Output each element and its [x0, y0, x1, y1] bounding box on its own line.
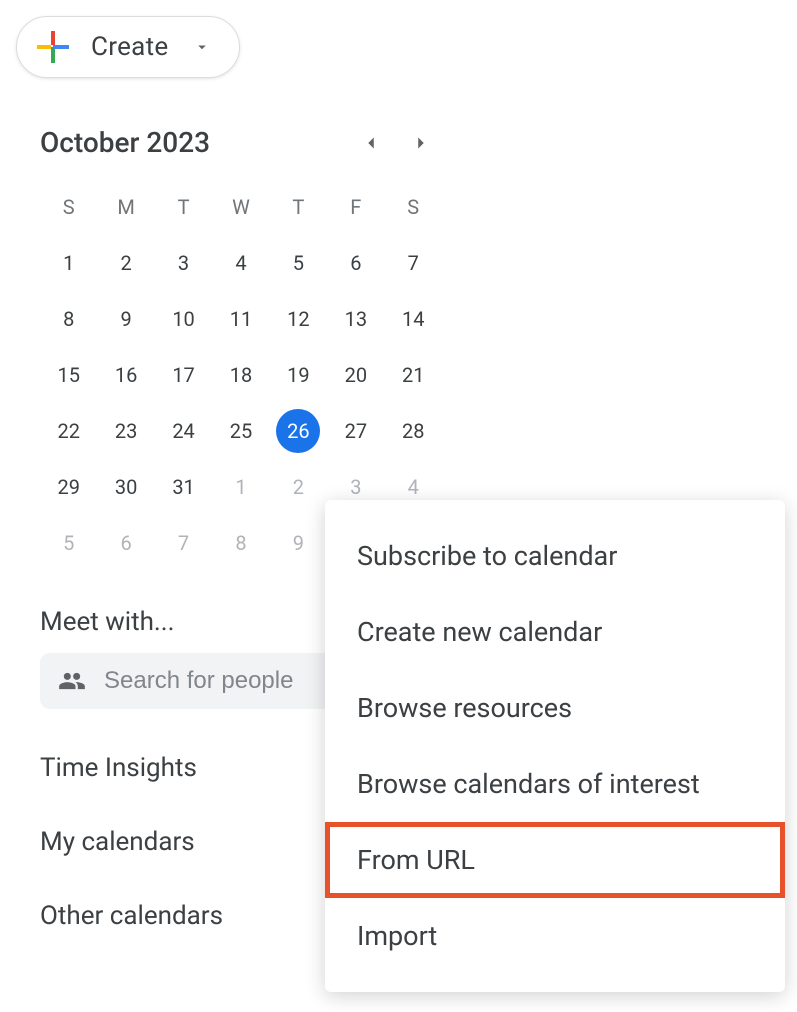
calendar-day[interactable]: 2: [99, 239, 152, 287]
calendar-day[interactable]: 7: [157, 519, 210, 567]
calendar-day[interactable]: 30: [99, 463, 152, 511]
calendar-day[interactable]: 6: [99, 519, 152, 567]
weekday-header: S: [387, 183, 440, 231]
calendar-day[interactable]: 7: [387, 239, 440, 287]
chevron-down-icon: [193, 38, 211, 56]
calendar-day[interactable]: 23: [99, 407, 152, 455]
weekday-header: S: [42, 183, 95, 231]
calendar-day[interactable]: 19: [272, 351, 325, 399]
menu-item-browse-resources[interactable]: Browse resources: [325, 670, 785, 746]
calendar-day[interactable]: 13: [329, 295, 382, 343]
calendar-day[interactable]: 8: [214, 519, 267, 567]
calendar-day[interactable]: 21: [387, 351, 440, 399]
calendar-day[interactable]: 14: [387, 295, 440, 343]
calendar-day[interactable]: 20: [329, 351, 382, 399]
calendar-day[interactable]: 9: [99, 295, 152, 343]
calendar-day[interactable]: 5: [272, 239, 325, 287]
calendar-day[interactable]: 9: [272, 519, 325, 567]
calendar-day[interactable]: 18: [214, 351, 267, 399]
menu-item-browse-calendars-of-interest[interactable]: Browse calendars of interest: [325, 746, 785, 822]
people-icon: [58, 667, 86, 695]
calendar-day[interactable]: 17: [157, 351, 210, 399]
create-button[interactable]: Create: [16, 16, 240, 78]
calendar-day[interactable]: 15: [42, 351, 95, 399]
calendar-day[interactable]: 31: [157, 463, 210, 511]
calendar-day-today[interactable]: 26: [272, 407, 325, 455]
calendar-day[interactable]: 10: [157, 295, 210, 343]
plus-icon: [35, 29, 71, 65]
calendar-day[interactable]: 2: [272, 463, 325, 511]
next-month-button[interactable]: [410, 132, 432, 154]
calendar-day[interactable]: 26: [276, 409, 320, 453]
calendar-day[interactable]: 11: [214, 295, 267, 343]
calendar-day[interactable]: 1: [42, 239, 95, 287]
calendar-day[interactable]: 4: [214, 239, 267, 287]
calendar-day[interactable]: 24: [157, 407, 210, 455]
weekday-header: M: [99, 183, 152, 231]
weekday-header: T: [272, 183, 325, 231]
menu-item-import[interactable]: Import: [325, 898, 785, 974]
calendar-day[interactable]: 27: [329, 407, 382, 455]
prev-month-button[interactable]: [360, 132, 382, 154]
calendar-day[interactable]: 22: [42, 407, 95, 455]
calendar-day[interactable]: 28: [387, 407, 440, 455]
calendar-day[interactable]: 8: [42, 295, 95, 343]
calendar-day[interactable]: 25: [214, 407, 267, 455]
other-calendars-menu: Subscribe to calendarCreate new calendar…: [325, 500, 785, 992]
weekday-header: W: [214, 183, 267, 231]
month-title: October 2023: [40, 126, 210, 159]
calendar-day[interactable]: 29: [42, 463, 95, 511]
calendar-day[interactable]: 12: [272, 295, 325, 343]
calendar-day[interactable]: 3: [157, 239, 210, 287]
weekday-header: T: [157, 183, 210, 231]
calendar-day[interactable]: 5: [42, 519, 95, 567]
menu-item-subscribe-to-calendar[interactable]: Subscribe to calendar: [325, 518, 785, 594]
calendar-day[interactable]: 6: [329, 239, 382, 287]
weekday-header: F: [329, 183, 382, 231]
create-label: Create: [91, 32, 169, 62]
menu-item-from-url[interactable]: From URL: [325, 822, 785, 898]
calendar-day[interactable]: 16: [99, 351, 152, 399]
menu-item-create-new-calendar[interactable]: Create new calendar: [325, 594, 785, 670]
calendar-day[interactable]: 1: [214, 463, 267, 511]
